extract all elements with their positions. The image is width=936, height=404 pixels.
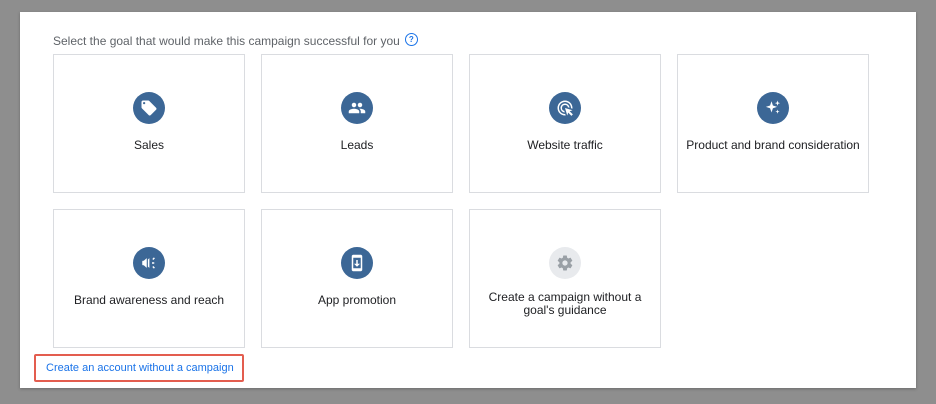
- tag-icon: [133, 92, 165, 124]
- goal-label: Website traffic: [527, 138, 603, 152]
- goal-card-app-promotion[interactable]: App promotion: [261, 209, 453, 348]
- create-account-highlight: Create an account without a campaign: [34, 354, 244, 382]
- goal-label: App promotion: [317, 293, 397, 307]
- goal-selection-panel: Select the goal that would make this cam…: [20, 12, 916, 388]
- goal-label: Create a campaign without a goal's guida…: [488, 290, 642, 317]
- goal-card-website-traffic[interactable]: Website traffic: [469, 54, 661, 193]
- people-icon: [341, 92, 373, 124]
- goal-label: Sales: [133, 138, 165, 152]
- goal-card-no-goal[interactable]: Create a campaign without a goal's guida…: [469, 209, 661, 348]
- goal-label: Brand awareness and reach: [73, 293, 225, 307]
- phone-download-icon: [341, 247, 373, 279]
- goal-prompt-text: Select the goal that would make this cam…: [53, 34, 400, 48]
- goal-label: Product and brand consideration: [686, 138, 860, 152]
- goal-card-leads[interactable]: Leads: [261, 54, 453, 193]
- megaphone-icon: [133, 247, 165, 279]
- goal-card-brand-awareness[interactable]: Brand awareness and reach: [53, 209, 245, 348]
- gear-icon: [549, 247, 581, 279]
- goal-prompt: Select the goal that would make this cam…: [53, 32, 418, 48]
- create-account-without-campaign-link[interactable]: Create an account without a campaign: [46, 362, 234, 374]
- sparkle-icon: [757, 92, 789, 124]
- help-circle-icon[interactable]: ?: [404, 32, 418, 46]
- cursor-click-icon: [549, 92, 581, 124]
- goal-label: Leads: [340, 138, 374, 152]
- goal-card-product-brand-consideration[interactable]: Product and brand consideration: [677, 54, 869, 193]
- goal-card-sales[interactable]: Sales: [53, 54, 245, 193]
